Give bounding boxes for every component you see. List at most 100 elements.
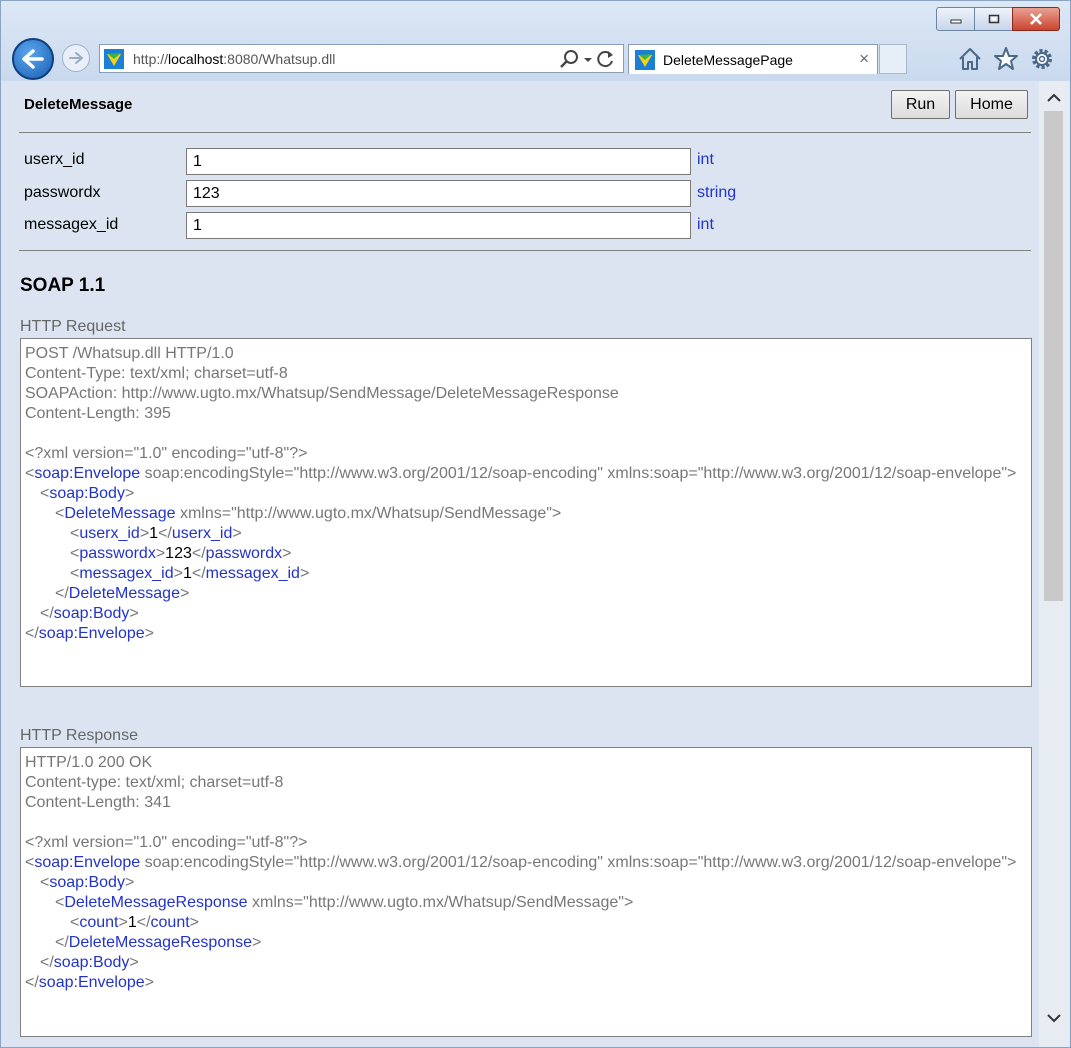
maximize-button[interactable] bbox=[974, 7, 1013, 31]
request-line: POST /Whatsup.dll HTTP/1.0 bbox=[25, 345, 234, 362]
xml-param-line: <count>1</count> bbox=[70, 914, 200, 931]
param-type-passwordx[interactable]: string bbox=[697, 184, 736, 202]
minimize-button[interactable] bbox=[936, 7, 975, 31]
xml-body-close: </soap:Body> bbox=[40, 605, 139, 622]
home-icon[interactable] bbox=[956, 45, 984, 73]
xml-op-open: <DeleteMessage xmlns="http://www.ugto.mx… bbox=[55, 505, 562, 522]
http-response-label: HTTP Response bbox=[20, 727, 138, 744]
minimize-icon bbox=[950, 19, 961, 24]
xml-attrs: soap:encodingStyle="http://www.w3.org/20… bbox=[140, 465, 1017, 482]
xml-op-open: <DeleteMessageResponse xmlns="http://www… bbox=[55, 894, 634, 911]
title-bar: http://localhost:8080/Whatsup.dll Delete… bbox=[1, 1, 1070, 81]
response-header: Content-Length: 341 bbox=[25, 794, 171, 811]
xml-param-line: <userx_id>1</userx_id> bbox=[70, 525, 242, 542]
xml-param-line: <passwordx>123</passwordx> bbox=[70, 545, 292, 562]
xml-body-open: <soap:Body> bbox=[40, 485, 135, 502]
settings-icon[interactable] bbox=[1028, 45, 1056, 73]
page-title: DeleteMessage bbox=[24, 96, 133, 113]
maximize-icon bbox=[988, 14, 999, 24]
vertical-scrollbar[interactable] bbox=[1039, 81, 1069, 1047]
xml-attrs: soap:encodingStyle="http://www.w3.org/20… bbox=[140, 854, 1017, 871]
xml-envelope-open: <soap:Envelope soap:encodingStyle="http:… bbox=[25, 854, 1017, 871]
xml-tag: userx_id bbox=[171, 525, 233, 542]
browser-window: http://localhost:8080/Whatsup.dll Delete… bbox=[0, 0, 1071, 1048]
forward-icon bbox=[69, 52, 83, 64]
window-controls bbox=[936, 7, 1060, 31]
xml-tag: DeleteMessage bbox=[64, 505, 176, 522]
messagex-id-input[interactable] bbox=[186, 212, 691, 239]
back-icon bbox=[22, 49, 44, 69]
response-status-line: HTTP/1.0 200 OK bbox=[25, 754, 153, 771]
refresh-icon[interactable] bbox=[595, 49, 617, 69]
command-icons bbox=[956, 45, 1056, 73]
dropdown-icon[interactable] bbox=[581, 49, 595, 69]
xml-tag: count bbox=[150, 914, 190, 931]
tab-close-icon[interactable]: × bbox=[859, 49, 869, 69]
close-button[interactable] bbox=[1012, 7, 1060, 31]
xml-attrs: xmlns="http://www.ugto.mx/Whatsup/SendMe… bbox=[175, 505, 562, 522]
passwordx-input[interactable] bbox=[186, 180, 691, 207]
xml-value: 1 bbox=[182, 565, 192, 582]
xml-param-line: <messagex_id>1</messagex_id> bbox=[70, 565, 310, 582]
http-response-box: HTTP/1.0 200 OK Content-type: text/xml; … bbox=[20, 747, 1032, 1037]
xml-op-close: </DeleteMessage> bbox=[55, 585, 190, 602]
xml-tag: DeleteMessageResponse bbox=[68, 934, 253, 951]
xml-tag: soap:Envelope bbox=[34, 465, 141, 482]
scrollbar-thumb[interactable] bbox=[1044, 111, 1063, 601]
param-type-userx-id[interactable]: int bbox=[697, 151, 714, 169]
xml-value: 1 bbox=[149, 525, 159, 542]
back-button[interactable] bbox=[12, 38, 54, 80]
xml-tag: count bbox=[79, 914, 119, 931]
scroll-down-icon[interactable] bbox=[1046, 1011, 1062, 1025]
http-request-label: HTTP Request bbox=[20, 318, 126, 335]
xml-envelope-open: <soap:Envelope soap:encodingStyle="http:… bbox=[25, 465, 1017, 482]
param-label-passwordx: passwordx bbox=[24, 184, 101, 201]
param-type-messagex-id[interactable]: int bbox=[697, 216, 714, 234]
divider bbox=[19, 132, 1031, 133]
address-url[interactable]: http://localhost:8080/Whatsup.dll bbox=[133, 51, 335, 67]
xml-value: 123 bbox=[165, 545, 192, 562]
favorites-icon[interactable] bbox=[992, 45, 1020, 73]
home-button[interactable]: Home bbox=[955, 90, 1028, 119]
tab-deletemessagepage[interactable]: DeleteMessagePage × bbox=[628, 44, 878, 74]
scroll-up-icon[interactable] bbox=[1046, 91, 1062, 105]
address-bar[interactable]: http://localhost:8080/Whatsup.dll bbox=[99, 44, 624, 73]
request-header: SOAPAction: http://www.ugto.mx/Whatsup/S… bbox=[25, 385, 619, 402]
search-icon[interactable] bbox=[559, 49, 581, 69]
xml-tag: soap:Body bbox=[49, 874, 125, 891]
xml-envelope-close: </soap:Envelope> bbox=[25, 625, 154, 642]
response-header: Content-type: text/xml; charset=utf-8 bbox=[25, 774, 284, 791]
xml-tag: soap:Envelope bbox=[38, 625, 145, 642]
xml-value: 1 bbox=[127, 914, 137, 931]
xml-tag: soap:Envelope bbox=[34, 854, 141, 871]
xml-tag: DeleteMessage bbox=[68, 585, 180, 602]
forward-button[interactable] bbox=[62, 44, 90, 72]
address-tools bbox=[559, 49, 617, 69]
page-content: DeleteMessage Run Home userx_id int pass… bbox=[1, 81, 1038, 1047]
xml-body-close: </soap:Body> bbox=[40, 954, 139, 971]
xml-declaration: <?xml version="1.0" encoding="utf-8"?> bbox=[25, 445, 308, 462]
http-request-box: POST /Whatsup.dll HTTP/1.0 Content-Type:… bbox=[20, 338, 1032, 687]
xml-envelope-close: </soap:Envelope> bbox=[25, 974, 154, 991]
url-path: :8080/Whatsup.dll bbox=[223, 51, 336, 67]
xml-tag: soap:Envelope bbox=[38, 974, 145, 991]
xml-tag: passwordx bbox=[205, 545, 283, 562]
xml-tag: soap:Body bbox=[49, 485, 125, 502]
soap-heading: SOAP 1.1 bbox=[20, 275, 106, 296]
divider bbox=[19, 250, 1031, 251]
site-favicon-icon bbox=[104, 49, 124, 69]
url-host: localhost bbox=[168, 51, 224, 67]
new-tab-button[interactable] bbox=[879, 44, 907, 74]
xml-tag: messagex_id bbox=[205, 565, 300, 582]
xml-declaration: <?xml version="1.0" encoding="utf-8"?> bbox=[25, 834, 308, 851]
url-scheme: http:// bbox=[133, 51, 169, 67]
xml-tag: passwordx bbox=[79, 545, 156, 562]
tab-favicon-icon bbox=[635, 50, 655, 70]
xml-body-open: <soap:Body> bbox=[40, 874, 135, 891]
xml-tag: DeleteMessageResponse bbox=[64, 894, 248, 911]
tab-title: DeleteMessagePage bbox=[663, 52, 793, 68]
close-icon bbox=[1030, 13, 1042, 25]
run-button[interactable]: Run bbox=[891, 90, 950, 119]
userx-id-input[interactable] bbox=[186, 148, 691, 175]
xml-attrs: xmlns="http://www.ugto.mx/Whatsup/SendMe… bbox=[247, 894, 634, 911]
